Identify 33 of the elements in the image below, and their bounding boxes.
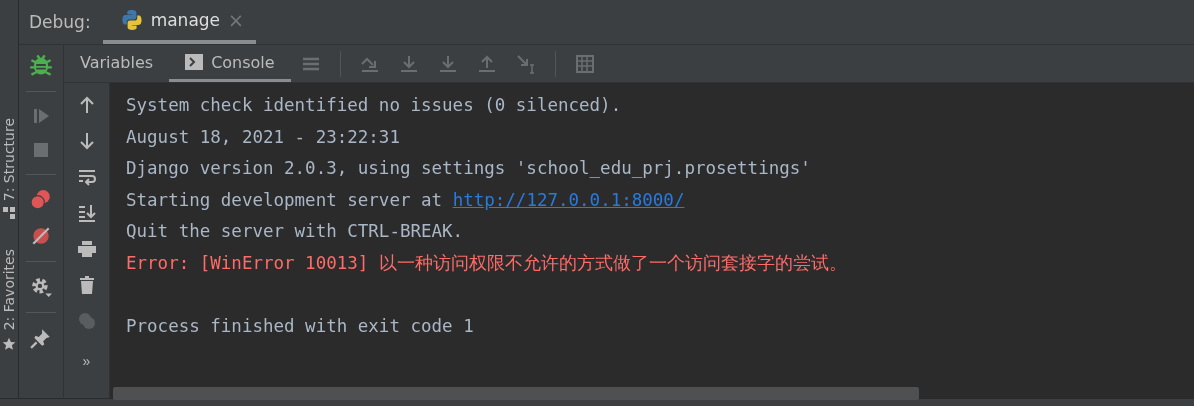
- bug-icon[interactable]: [29, 53, 53, 77]
- scroll-to-end-icon[interactable]: [76, 203, 97, 223]
- side-panel-tab[interactable]: 7: Structure: [1, 118, 17, 202]
- soft-wrap-icon[interactable]: [76, 167, 97, 187]
- console-line: System check identified no issues (0 silenced).: [126, 94, 623, 117]
- printer-icon[interactable]: [76, 239, 97, 259]
- force-step-into-icon[interactable]: [437, 53, 458, 74]
- debug-label: Debug:: [29, 12, 91, 32]
- console-line: Django version 2.0.3, using settings 'school_edu_prj.prosettings': [126, 157, 812, 181]
- run-to-cursor-icon[interactable]: [515, 53, 536, 74]
- step-out-icon[interactable]: [476, 53, 497, 74]
- server-link[interactable]: http://127.0.0.1:8000/: [452, 189, 685, 210]
- python-icon: [120, 9, 143, 31]
- scrollbar-thumb[interactable]: [113, 387, 919, 400]
- run-config-tab[interactable]: manage ×: [102, 0, 256, 44]
- console-line: Quit the server with CTRL-BREAK.: [126, 220, 465, 244]
- panel-tab[interactable]: Variables: [64, 45, 170, 82]
- step-into-icon[interactable]: [398, 53, 419, 74]
- side-panel-tab[interactable]: 2: Favorites: [1, 249, 17, 331]
- console-line: August 18, 2021 - 23:22:31: [126, 125, 401, 149]
- settings-icon[interactable]: [30, 276, 52, 298]
- resume-icon[interactable]: [31, 106, 51, 126]
- console-icon: [185, 54, 204, 70]
- star-icon: [2, 336, 16, 351]
- error-line: Error: [WinError 10013] 以一种访问权限不允许的方式做了一个访问套接字的尝试。: [126, 251, 848, 275]
- mute-breakpoints-icon[interactable]: [30, 225, 52, 247]
- breakpoints-icon[interactable]: [30, 189, 52, 211]
- more-button[interactable]: »: [82, 353, 91, 369]
- console-line: Process finished with exit code 1: [126, 315, 475, 339]
- stop-icon[interactable]: [31, 140, 51, 160]
- pin-icon[interactable]: [30, 327, 52, 349]
- grid-icon: [3, 207, 15, 220]
- console-line: Starting development server at: [126, 189, 444, 210]
